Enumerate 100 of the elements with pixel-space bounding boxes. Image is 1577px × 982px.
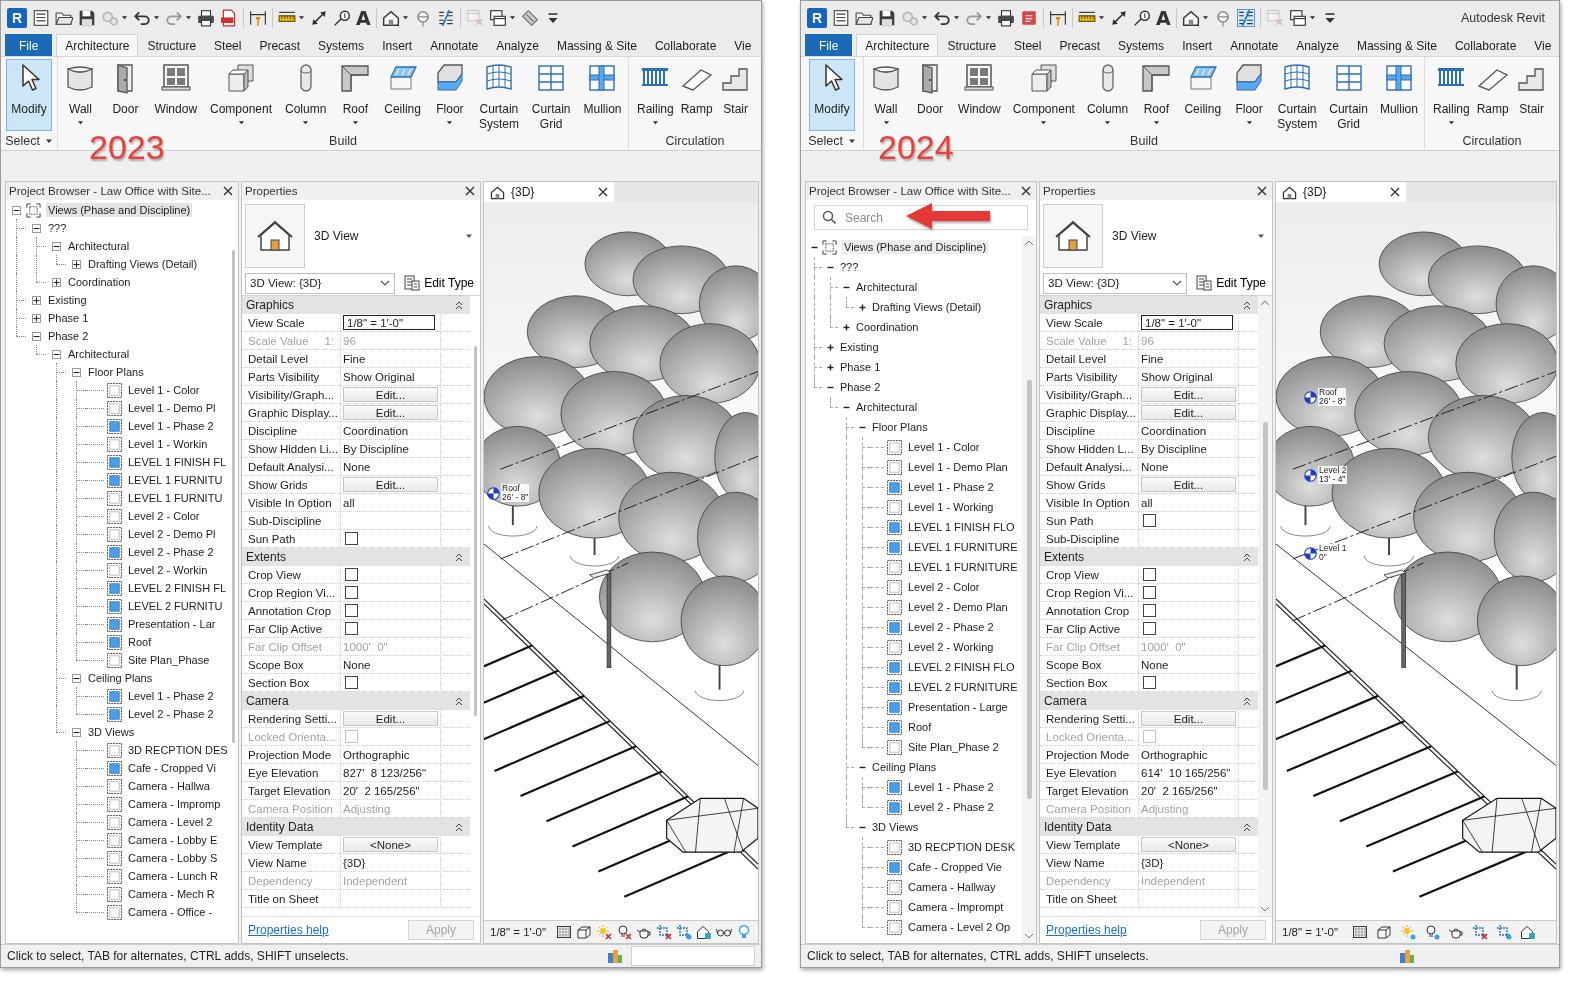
tree-item[interactable]: Ceiling Plans (86, 671, 155, 685)
caret-icon[interactable] (1245, 119, 1253, 126)
tree-item[interactable]: Views (Phase and Discipline) (46, 203, 193, 217)
tree-item[interactable]: 3D RECPTION DESK (906, 840, 1017, 854)
tree-item[interactable]: Level 2 - Demo Plan (906, 600, 1010, 614)
ribbon-tool-button[interactable]: Ceiling (381, 59, 424, 131)
tree-item[interactable]: Cafe - Cropped Vi (126, 761, 218, 775)
property-checkbox[interactable] (345, 532, 358, 545)
ribbon-tab[interactable]: Vie (1525, 34, 1559, 56)
level-head-icon[interactable] (1304, 390, 1317, 404)
tree-item[interactable]: Level 2 - Phase 2 (906, 800, 996, 814)
tree-item[interactable]: Level 2 - Working (906, 640, 996, 654)
property-checkbox[interactable] (1143, 604, 1156, 617)
tree-item[interactable]: LEVEL 2 FINISH FL (126, 581, 229, 595)
caret-icon[interactable] (1257, 232, 1265, 240)
caret-icon[interactable] (465, 232, 473, 240)
house-lock-icon[interactable] (696, 924, 713, 940)
ribbon-tool-button[interactable]: Column (1083, 59, 1132, 131)
property-edit-button[interactable]: <None> (1141, 837, 1236, 852)
crop-cross-icon[interactable] (1472, 924, 1489, 940)
caret-icon[interactable] (1308, 14, 1316, 21)
text-tool-button[interactable]: A (356, 7, 371, 28)
tree-item[interactable]: Level 1 - Demo Plan (906, 460, 1010, 474)
property-input-field[interactable]: 1/8" = 1'-0" (343, 315, 435, 330)
property-edit-button[interactable]: Edit... (343, 405, 438, 420)
leader-tag-icon[interactable] (333, 8, 351, 27)
caret-icon[interactable] (882, 119, 890, 126)
ribbon-tool-button[interactable]: Curtain System (475, 59, 522, 131)
ribbon-tab[interactable]: Steel (205, 34, 251, 56)
properties-help-link[interactable]: Properties help (248, 923, 329, 937)
tree-item[interactable]: Coordination (854, 320, 921, 334)
tree-item[interactable]: Camera - Hallway (906, 880, 998, 894)
tree-item[interactable]: Camera - Hallwa (126, 779, 212, 793)
tree-item[interactable]: Camera - Level 2 (126, 815, 215, 829)
caret-icon[interactable] (237, 119, 245, 126)
property-checkbox[interactable] (345, 568, 358, 581)
expand-icon[interactable] (51, 277, 61, 287)
caret-icon[interactable] (1098, 14, 1105, 21)
property-group-header[interactable]: Extents (242, 548, 470, 566)
ribbon-tool-button[interactable]: Curtain Grid (1326, 59, 1371, 131)
ribbon-tab[interactable]: Collaborate (645, 34, 726, 56)
tree-item[interactable]: ??? (838, 260, 861, 274)
ribbon-tool-button[interactable]: Column (282, 59, 330, 131)
expand-icon[interactable] (31, 295, 41, 305)
ribbon-tool-button[interactable]: Curtain System (1274, 59, 1321, 131)
stacked-windows-icon[interactable] (1288, 8, 1307, 27)
instance-dropdown[interactable]: 3D View: {3D} (1043, 272, 1188, 294)
ribbon-tab[interactable]: Collaborate (1445, 34, 1526, 56)
tree-item[interactable]: Drafting Views (Detail) (86, 257, 200, 271)
edit-type-button[interactable]: Edit Type (1193, 274, 1269, 292)
file-menu-tab[interactable]: File (805, 34, 853, 56)
view-scale-button[interactable]: 1/8" = 1'-0" (1282, 926, 1339, 938)
tree-item[interactable]: Level 2 - Phase 2 (906, 620, 996, 634)
tree-item[interactable]: Cafe - Cropped Vie (906, 860, 1004, 874)
ribbon-tab[interactable]: Structure (938, 34, 1006, 56)
expand-icon[interactable] (825, 362, 835, 372)
expand-icon[interactable] (31, 313, 41, 323)
ribbon-tool-button[interactable]: Window (151, 59, 201, 131)
caret-icon[interactable] (1447, 119, 1455, 126)
crop-cross-icon[interactable] (656, 924, 673, 940)
ribbon-tab[interactable]: Steel (1005, 34, 1051, 56)
tree-item[interactable]: LEVEL 1 FURNITURE (906, 560, 1020, 574)
property-edit-button[interactable]: Edit... (1141, 387, 1236, 402)
collapse-icon[interactable] (51, 349, 61, 359)
collapse-icon[interactable] (71, 727, 81, 737)
tree-item[interactable]: Level 1 - Phase 2 (906, 480, 996, 494)
tree-item[interactable]: Architectural (854, 400, 920, 414)
tree-item[interactable]: Views (Phase and Discipline) (842, 240, 989, 254)
chevron-down-icon[interactable] (1172, 280, 1183, 286)
ribbon-tab[interactable]: Insert (1173, 34, 1222, 56)
printer-icon[interactable] (997, 8, 1015, 27)
caret-icon[interactable] (351, 119, 359, 126)
close-icon[interactable] (1257, 186, 1267, 196)
tree-item[interactable]: Architectural (66, 239, 132, 253)
close-icon[interactable] (598, 187, 608, 197)
property-checkbox[interactable] (1143, 586, 1156, 599)
ribbon-tool-button[interactable]: Curtain Grid (528, 59, 574, 131)
scroll-up-icon[interactable] (1024, 240, 1034, 246)
collapse-icon[interactable] (31, 331, 41, 341)
ribbon-tool-button[interactable]: Modify (6, 59, 52, 131)
file-menu-tab[interactable]: File (5, 34, 53, 56)
collapse-icon[interactable] (71, 673, 81, 683)
checkered-square-icon[interactable] (1352, 924, 1369, 940)
property-input-field[interactable]: 1/8" = 1'-0" (1141, 315, 1233, 330)
sun-cross-icon[interactable] (596, 924, 613, 940)
ribbon-tool-button[interactable]: Component (207, 59, 276, 131)
tree-item[interactable]: Site Plan_Phase (126, 653, 212, 667)
tree-item[interactable]: Camera - Level 2 Op (906, 920, 1013, 934)
tree-item[interactable]: Phase 2 (46, 329, 91, 343)
close-icon[interactable] (1021, 186, 1031, 196)
caret-icon[interactable] (953, 14, 960, 21)
property-group-header[interactable]: Camera (242, 692, 470, 710)
ribbon-tool-button[interactable]: Mullion (580, 59, 625, 131)
tree-item[interactable]: Presentation - Large (906, 700, 1010, 714)
caret-icon[interactable] (401, 14, 409, 21)
tilted-ruler-icon[interactable] (520, 8, 539, 27)
tree-item[interactable]: Level 1 - Phase 2 (126, 419, 216, 433)
tree-item[interactable]: Level 2 - Phase 2 (126, 707, 216, 721)
thin-lines-icon[interactable] (1236, 8, 1255, 27)
tree-item[interactable]: LEVEL 1 FINISH FLO (906, 520, 1017, 534)
